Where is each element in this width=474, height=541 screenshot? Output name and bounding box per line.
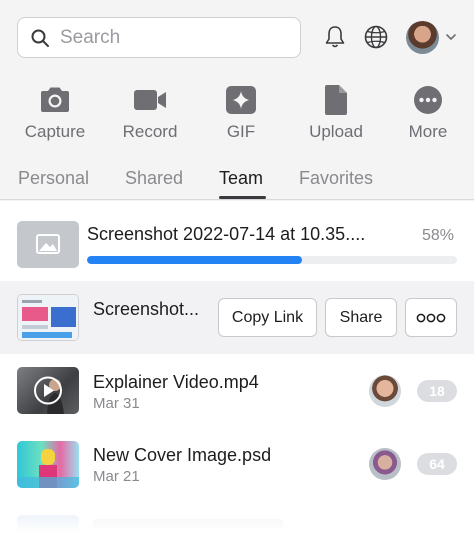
upload-percent: 58% [422, 227, 455, 244]
list-item-selected[interactable]: Screenshot... Copy Link Share [0, 281, 474, 354]
upload-title: Screenshot 2022-07-14 at 10.35.... [87, 224, 366, 244]
ellipsis-icon [416, 313, 446, 322]
selected-title: Screenshot... [93, 299, 200, 319]
sparkle-icon [226, 86, 256, 114]
record-button[interactable]: Record [105, 80, 195, 142]
upload-label: Upload [309, 122, 363, 141]
upload-button[interactable]: Upload [291, 80, 381, 142]
share-button[interactable]: Share [325, 298, 397, 337]
more-circle-icon [414, 86, 442, 114]
globe-icon[interactable] [363, 24, 389, 50]
copy-link-button[interactable]: Copy Link [218, 298, 317, 337]
item-title: Explainer Video.mp4 [93, 372, 259, 392]
image-placeholder-thumbnail [17, 221, 79, 268]
tab-personal[interactable]: Personal [18, 168, 89, 189]
action-bar: Capture Record GIF Upload More [0, 80, 474, 150]
list-item[interactable]: New Cover Image.psd Mar 21 64 [0, 427, 474, 501]
more-label: More [408, 122, 448, 141]
list-item[interactable]: Explainer Video.mp4 Mar 31 18 [0, 354, 474, 427]
capture-label: Capture [24, 122, 86, 141]
search-placeholder: Search [60, 26, 121, 48]
tab-favorites[interactable]: Favorites [299, 168, 373, 189]
bell-icon[interactable] [322, 24, 348, 50]
record-label: Record [122, 122, 178, 141]
avatar [369, 448, 401, 480]
more-button[interactable]: More [383, 80, 473, 142]
image-thumbnail [17, 441, 79, 488]
file-icon [325, 85, 347, 115]
tab-bar: Personal Shared Team Favorites [0, 160, 474, 200]
tab-team[interactable]: Team [219, 168, 263, 189]
capture-button[interactable]: Capture [10, 80, 100, 142]
item-title: New Cover Image.psd [93, 445, 272, 465]
avatar[interactable] [406, 21, 439, 54]
screenshot-thumbnail [17, 294, 79, 341]
more-options-button[interactable] [405, 298, 457, 337]
video-camera-icon [134, 90, 166, 110]
image-icon [36, 234, 60, 254]
video-thumbnail [17, 367, 79, 414]
top-panel: Search Capture Record GIF Upload More Pe… [0, 0, 474, 200]
gif-button[interactable]: GIF [196, 80, 286, 142]
search-icon [31, 29, 49, 47]
chevron-down-icon[interactable] [445, 31, 457, 43]
upload-progress-row: Screenshot 2022-07-14 at 10.35.... 58% [0, 201, 474, 281]
tab-shared[interactable]: Shared [125, 168, 183, 189]
file-list: Screenshot 2022-07-14 at 10.35.... 58% S… [0, 201, 474, 541]
item-date: Mar 31 [93, 395, 140, 412]
search-field[interactable]: Search [17, 17, 301, 58]
item-date: Mar 21 [93, 468, 140, 485]
upload-progress-bar [87, 256, 457, 264]
active-tab-indicator [219, 196, 266, 199]
upload-progress-fill [87, 256, 302, 264]
view-count-badge: 64 [417, 453, 457, 475]
avatar [369, 375, 401, 407]
view-count-badge: 18 [417, 380, 457, 402]
list-fade-overlay [0, 501, 474, 541]
gif-label: GIF [226, 122, 256, 141]
camera-icon [41, 87, 69, 112]
